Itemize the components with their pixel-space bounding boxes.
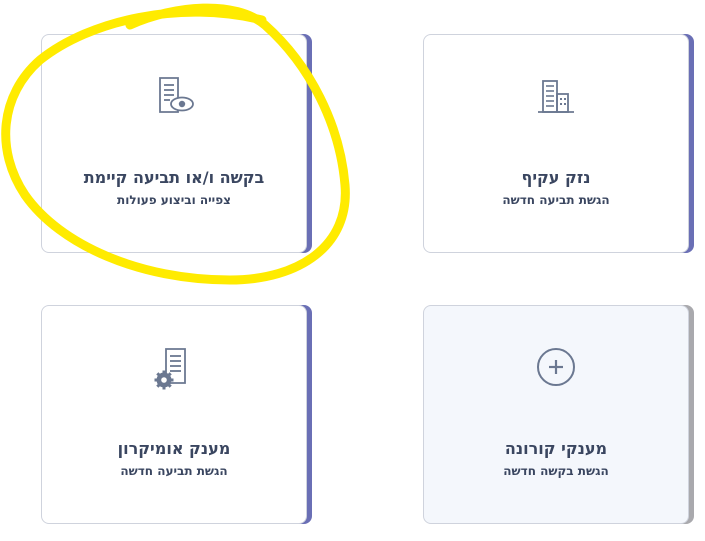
document-eye-icon: [152, 75, 196, 119]
card-subtitle: צפייה וביצוע פעולות: [117, 193, 231, 207]
card-title: נזק עקיף: [521, 168, 591, 187]
plus-circle-icon: [534, 346, 578, 390]
card-subtitle: הגשת תביעה חדשה: [120, 464, 228, 478]
card-subtitle: הגשת תביעה חדשה: [502, 193, 610, 207]
card-indirect-damage[interactable]: נזק עקיף הגשת תביעה חדשה: [423, 34, 689, 253]
card-corona-grants[interactable]: מענקי קורונה הגשת בקשה חדשה: [423, 305, 689, 524]
building-icon: [534, 75, 578, 119]
card-subtitle: הגשת בקשה חדשה: [503, 464, 609, 478]
card-title: מענק אומיקרון: [117, 439, 231, 458]
card-existing-claim[interactable]: בקשה ו/או תביעה קיימת צפייה וביצוע פעולו…: [41, 34, 307, 253]
document-gear-icon: [152, 346, 196, 390]
card-title: מענקי קורונה: [504, 439, 608, 458]
card-title: בקשה ו/או תביעה קיימת: [83, 168, 265, 187]
card-omicron-grant[interactable]: מענק אומיקרון הגשת תביעה חדשה: [41, 305, 307, 524]
